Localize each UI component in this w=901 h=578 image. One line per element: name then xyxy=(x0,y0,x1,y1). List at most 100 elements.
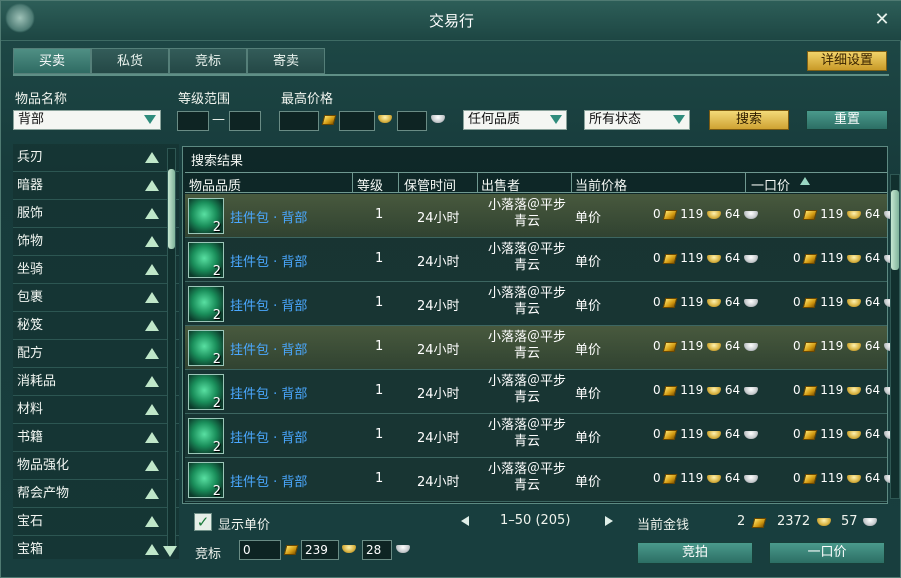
results-scrollbar[interactable] xyxy=(890,174,900,499)
table-row[interactable]: 2 挂件包 · 背部 1 24小时 小落落＠平步 青云 单价 0 119 64 0 119 6… xyxy=(185,238,898,282)
search-button[interactable]: 搜索 xyxy=(709,110,789,130)
bid-copper-input[interactable]: 28 xyxy=(362,540,392,560)
category-item-guild-products[interactable]: 帮会产物 xyxy=(13,480,179,508)
category-item-recipes[interactable]: 配方 xyxy=(13,340,179,368)
item-name-link[interactable]: 挂件包 · 背部 xyxy=(230,207,307,226)
current-price: 0 119 64 xyxy=(653,295,758,309)
column-header-buyout[interactable]: 一口价 xyxy=(751,175,790,194)
price-silver: 119 xyxy=(820,383,844,397)
column-divider xyxy=(477,173,478,193)
tab-bidding[interactable]: 竞标 xyxy=(169,48,247,74)
item-name-link[interactable]: 挂件包 · 背部 xyxy=(230,383,307,402)
item-icon[interactable]: 2 xyxy=(188,462,224,499)
title-bar[interactable]: 交易行 ✕ xyxy=(1,1,901,41)
tab-buy-sell[interactable]: 买卖 xyxy=(13,48,91,74)
item-icon[interactable]: 2 xyxy=(188,418,224,455)
status-select[interactable]: 所有状态 xyxy=(584,110,690,130)
item-name-select[interactable]: 背部 xyxy=(13,110,161,130)
level-max-input[interactable] xyxy=(229,111,261,131)
item-storage-time: 24小时 xyxy=(417,431,460,446)
price-gold: 0 xyxy=(793,207,801,221)
bid-gold-input[interactable]: 0 xyxy=(239,540,281,560)
item-name-link[interactable]: 挂件包 · 背部 xyxy=(230,427,307,446)
price-copper: 64 xyxy=(724,251,741,265)
reset-button[interactable]: 重置 xyxy=(806,110,888,130)
category-label: 物品强化 xyxy=(17,458,70,473)
scrollbar-thumb[interactable] xyxy=(891,190,899,270)
price-gold: 0 xyxy=(653,339,661,353)
category-item-mounts[interactable]: 坐骑 xyxy=(13,256,179,284)
sort-ascending-icon[interactable] xyxy=(800,177,810,185)
current-price: 0 119 64 xyxy=(653,427,758,441)
prev-page-icon[interactable] xyxy=(461,516,469,526)
scrollbar-thumb[interactable] xyxy=(168,169,175,249)
column-header-quality[interactable]: 物品品质 xyxy=(189,175,241,194)
category-item-accessories[interactable]: 饰物 xyxy=(13,228,179,256)
table-row[interactable]: 2 挂件包 · 背部 1 24小时 小落落＠平步 青云 单价 0 119 64 0 119 6… xyxy=(185,370,898,414)
bid-silver-input[interactable]: 239 xyxy=(301,540,339,560)
category-scrollbar[interactable] xyxy=(167,148,176,548)
table-row[interactable]: 2 挂件包 · 背部 1 24小时 小落落＠平步 青云 单价 0 119 64 0 119 6… xyxy=(185,282,898,326)
item-icon[interactable]: 2 xyxy=(188,198,224,235)
item-storage-time: 24小时 xyxy=(417,387,460,402)
item-name-link[interactable]: 挂件包 · 背部 xyxy=(230,295,307,314)
close-icon[interactable]: ✕ xyxy=(872,10,892,30)
seller-name: 小落落＠平步 xyxy=(487,374,566,389)
max-price-gold-input[interactable] xyxy=(279,111,319,131)
category-item-enhancement[interactable]: 物品强化 xyxy=(13,452,179,480)
item-icon[interactable]: 2 xyxy=(188,286,224,323)
table-row[interactable]: 2 挂件包 · 背部 1 24小时 小落落＠平步 青云 单价 0 119 64 0 119 6… xyxy=(185,458,898,502)
category-item-manuals[interactable]: 秘笈 xyxy=(13,312,179,340)
bid-button[interactable]: 竞拍 xyxy=(637,542,753,564)
category-label: 消耗品 xyxy=(17,374,57,389)
table-row[interactable]: 2 挂件包 · 背部 1 24小时 小落落＠平步 青云 单价 0 119 64 0 119 6… xyxy=(185,326,898,370)
category-label: 宝石 xyxy=(17,514,44,529)
silver-ingot-icon xyxy=(707,210,722,219)
price-label: 单价 xyxy=(575,343,602,358)
item-icon[interactable]: 2 xyxy=(188,330,224,367)
scroll-down-icon[interactable] xyxy=(163,546,177,557)
detail-settings-button[interactable]: 详细设置 xyxy=(807,51,887,71)
category-item-consumables[interactable]: 消耗品 xyxy=(13,368,179,396)
buyout-button[interactable]: 一口价 xyxy=(769,542,885,564)
copper-ingot-icon xyxy=(863,518,877,526)
seller-name: 小落落＠平步 xyxy=(487,418,566,433)
level-min-input[interactable] xyxy=(177,111,209,131)
copper-ingot-icon xyxy=(743,254,758,263)
item-name-link[interactable]: 挂件包 · 背部 xyxy=(230,339,307,358)
category-item-weapons[interactable]: 兵刃 xyxy=(13,144,179,172)
column-header-level[interactable]: 等级 xyxy=(357,175,383,194)
item-name-link[interactable]: 挂件包 · 背部 xyxy=(230,251,307,270)
column-header-current-price[interactable]: 当前价格 xyxy=(575,175,627,194)
category-item-books[interactable]: 书籍 xyxy=(13,424,179,452)
chevron-down-icon xyxy=(144,115,156,124)
category-item-hidden-weapons[interactable]: 暗器 xyxy=(13,172,179,200)
buyout-price: 0 119 64 xyxy=(793,427,898,441)
category-item-materials[interactable]: 材料 xyxy=(13,396,179,424)
quality-select[interactable]: 任何品质 xyxy=(463,110,567,130)
table-row[interactable]: 2 挂件包 · 背部 1 24小时 小落落＠平步 青云 单价 0 119 64 0 119 6… xyxy=(185,414,898,458)
max-price-silver-input[interactable] xyxy=(339,111,375,131)
price-silver: 119 xyxy=(820,207,844,221)
column-header-seller[interactable]: 出售者 xyxy=(481,175,520,194)
category-item-gems[interactable]: 宝石 xyxy=(13,508,179,536)
item-icon[interactable]: 2 xyxy=(188,242,224,279)
category-item-apparel[interactable]: 服饰 xyxy=(13,200,179,228)
item-name-value: 背部 xyxy=(18,112,45,127)
table-row[interactable]: 2 挂件包 · 背部 1 24小时 小落落＠平步 青云 单价 0 119 64 0 119 6… xyxy=(185,194,898,238)
column-header-storage-time[interactable]: 保管时间 xyxy=(404,175,456,194)
item-name-link[interactable]: 挂件包 · 背部 xyxy=(230,471,307,490)
next-page-icon[interactable] xyxy=(605,516,613,526)
tab-private-goods[interactable]: 私货 xyxy=(91,48,169,74)
max-price-copper-input[interactable] xyxy=(397,111,427,131)
item-icon[interactable]: 2 xyxy=(188,374,224,411)
item-storage-time: 24小时 xyxy=(417,211,460,226)
price-label: 单价 xyxy=(575,387,602,402)
category-item-chests[interactable]: 宝箱 xyxy=(13,536,179,559)
tab-consignment[interactable]: 寄卖 xyxy=(247,48,325,74)
price-silver: 119 xyxy=(680,251,704,265)
show-unit-price-checkbox[interactable]: ✓ xyxy=(194,513,212,531)
category-item-bags[interactable]: 包裹 xyxy=(13,284,179,312)
item-seller: 小落落＠平步 青云 xyxy=(481,374,573,406)
max-price-label: 最高价格 xyxy=(281,92,334,107)
